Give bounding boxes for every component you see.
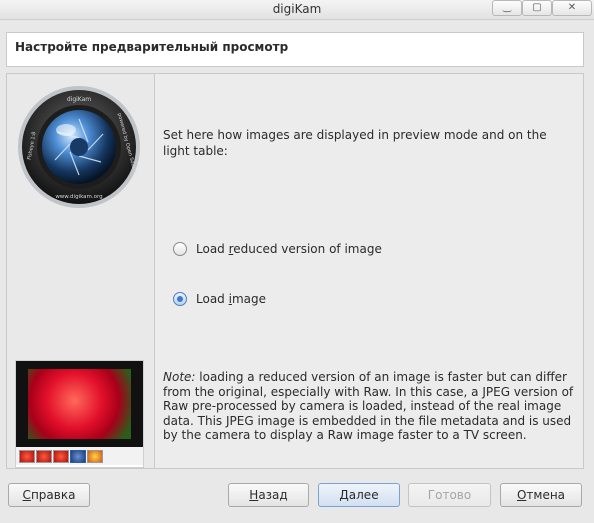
flower-photo — [28, 369, 131, 439]
note-body: loading a reduced version of an image is… — [163, 370, 574, 442]
preview-screen — [16, 361, 143, 447]
thumbnail — [87, 450, 103, 463]
thumbnail — [53, 450, 69, 463]
option-label: Load image — [196, 292, 266, 306]
option-label: Load reduced version of image — [196, 242, 382, 256]
maximize-button[interactable]: ▢ — [522, 0, 552, 16]
maximize-icon: ▢ — [532, 2, 542, 13]
thumbnail — [70, 450, 86, 463]
minimize-button[interactable]: ‿ — [492, 0, 522, 16]
next-button[interactable]: Далее — [318, 483, 400, 507]
note-prefix: Note: — [163, 370, 196, 384]
option-full-image[interactable]: Load image — [173, 292, 266, 306]
minimize-icon: ‿ — [502, 2, 512, 13]
intro-text: Set here how images are displayed in pre… — [163, 128, 547, 158]
back-button[interactable]: Назад — [228, 483, 309, 507]
side-panel: digiKam powered by Open Source www.digik… — [7, 74, 155, 468]
preview-illustration — [15, 360, 144, 468]
logo-ring-text-bottom: www.digikam.org — [55, 194, 102, 200]
radio-button-checked[interactable] — [173, 292, 187, 306]
close-icon: ✕ — [567, 2, 577, 13]
thumbnail-strip — [16, 447, 143, 465]
help-button[interactable]: Справка — [8, 483, 90, 507]
logo-ring-text-top: digiKam — [67, 96, 91, 103]
window-titlebar[interactable]: digiKam ‿ ▢ ✕ — [0, 0, 594, 20]
note-text: Note: loading a reduced version of an im… — [163, 370, 577, 443]
page-header: Настройте предварительный просмотр — [6, 32, 584, 67]
radio-button[interactable] — [173, 242, 187, 256]
close-button[interactable]: ✕ — [552, 0, 592, 16]
thumbnail — [19, 450, 35, 463]
content-area: Set here how images are displayed in pre… — [163, 74, 577, 468]
wizard-page: digiKam powered by Open Source www.digik… — [6, 73, 584, 469]
digikam-logo: digiKam powered by Open Source www.digik… — [18, 86, 140, 208]
option-reduced-version[interactable]: Load reduced version of image — [173, 242, 382, 256]
thumbnail — [36, 450, 52, 463]
cancel-button[interactable]: Отмена — [500, 483, 582, 507]
finish-button[interactable]: Готово — [408, 483, 491, 507]
page-title: Настройте предварительный просмотр — [15, 40, 289, 54]
